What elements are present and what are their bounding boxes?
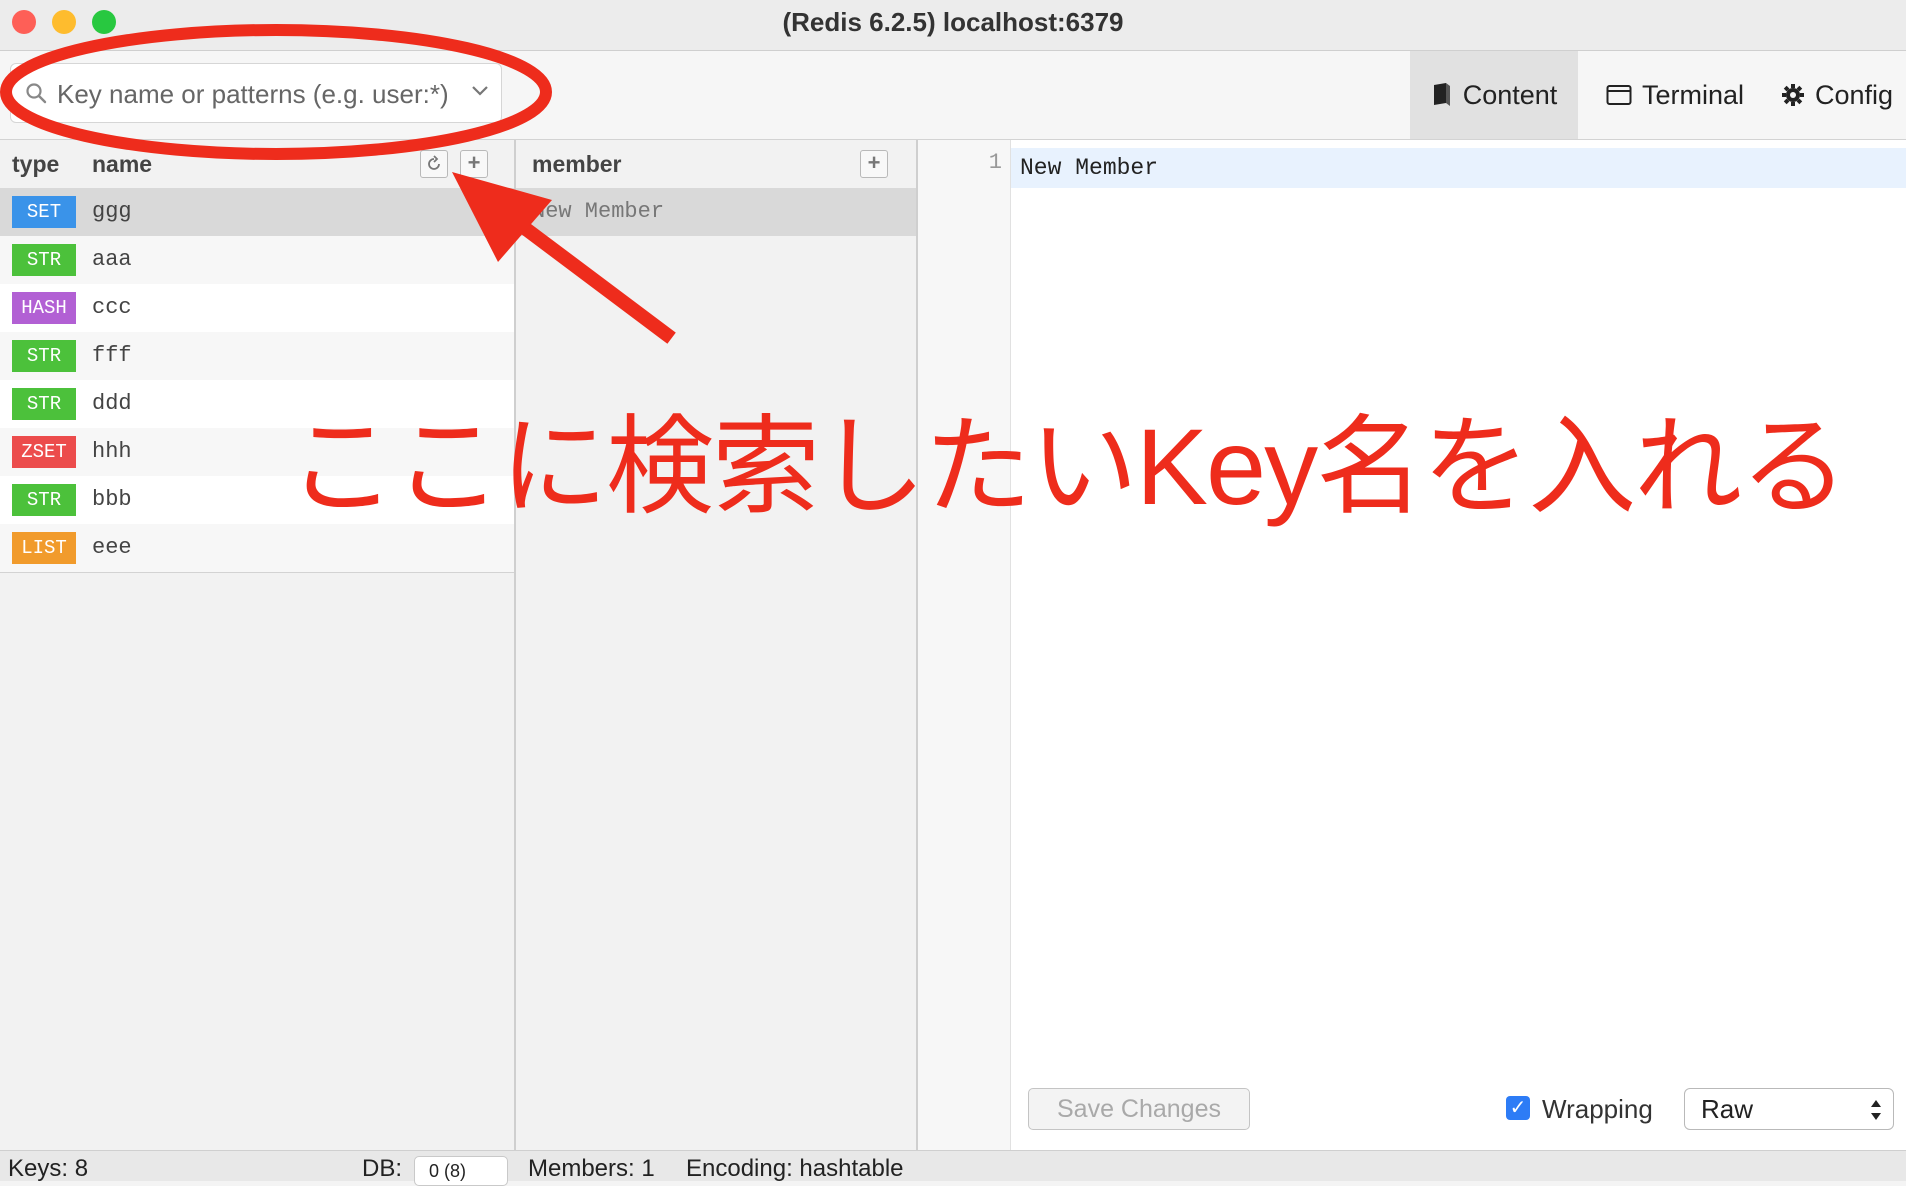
key-row[interactable]: HASH ccc: [0, 284, 514, 332]
tab-config[interactable]: Config: [1772, 51, 1902, 139]
plus-icon: +: [467, 150, 481, 175]
key-search-box[interactable]: [10, 63, 502, 123]
editor-panel: [918, 140, 1906, 1150]
key-row[interactable]: SET ggg: [0, 188, 514, 236]
key-type-badge: STR: [12, 388, 76, 420]
db-select-value: 0 (8): [429, 1161, 467, 1181]
key-type-badge: LIST: [12, 532, 76, 564]
refresh-icon: [428, 155, 440, 170]
members-count: Members: 1: [528, 1155, 655, 1182]
add-key-button[interactable]: +: [460, 150, 488, 178]
format-select[interactable]: Raw: [1684, 1088, 1894, 1130]
book-icon: [1433, 83, 1450, 106]
chevron-down-icon[interactable]: [471, 84, 489, 98]
key-search-input[interactable]: [55, 72, 449, 116]
gear-icon: [1781, 84, 1804, 106]
key-type-badge: HASH: [12, 292, 76, 324]
status-bar: Keys: 8 DB: Members: 1 Encoding: hashtab…: [0, 1150, 1906, 1181]
tab-terminal[interactable]: Terminal: [1590, 51, 1760, 139]
plus-icon: +: [867, 150, 881, 175]
key-name: bbb: [92, 487, 132, 512]
db-label: DB:: [362, 1155, 403, 1182]
annotation-text: ここに検索したいKey名を入れる: [288, 406, 1848, 527]
line-number-gutter: [918, 140, 1011, 1150]
window-title: (Redis 6.2.5) localhost:6379: [782, 7, 1124, 37]
keys-header: type name +: [0, 140, 514, 189]
key-name: eee: [92, 535, 132, 560]
key-name: ddd: [92, 391, 132, 416]
column-type: type: [12, 151, 60, 177]
key-type-badge: STR: [12, 244, 76, 276]
key-row[interactable]: STR aaa: [0, 236, 514, 284]
key-name: fff: [92, 343, 132, 368]
member-row[interactable]: New Member: [516, 188, 916, 236]
keys-list-divider: [0, 572, 514, 573]
encoding-info: Encoding: hashtable: [686, 1155, 904, 1182]
key-name: aaa: [92, 247, 132, 272]
key-type-badge: ZSET: [12, 436, 76, 468]
key-name: ccc: [92, 295, 132, 320]
tab-terminal-label: Terminal: [1641, 80, 1745, 110]
wrapping-checkbox[interactable]: ✓: [1506, 1096, 1530, 1120]
tab-content-label: Content: [1462, 80, 1558, 110]
checkmark-icon: ✓: [1509, 1097, 1527, 1119]
key-row[interactable]: STR fff: [0, 332, 514, 380]
save-changes-button[interactable]: Save Changes: [1028, 1088, 1250, 1130]
value-editor[interactable]: New Member: [1020, 148, 1158, 188]
terminal-icon: [1606, 85, 1632, 105]
member-value: New Member: [532, 199, 665, 224]
add-member-button[interactable]: +: [860, 150, 888, 178]
key-name: ggg: [92, 199, 132, 224]
members-header: member +: [516, 140, 916, 189]
keys-panel: type name + SET ggg STR aaa HASH ccc STR fff STR…: [0, 140, 516, 1150]
keys-count: Keys: 8: [8, 1155, 89, 1182]
format-select-value: Raw: [1701, 1094, 1754, 1124]
key-name: hhh: [92, 439, 132, 464]
tab-config-label: Config: [1814, 80, 1894, 110]
tab-content[interactable]: Content: [1410, 51, 1578, 139]
column-member: member: [532, 151, 622, 177]
key-type-badge: STR: [12, 340, 76, 372]
refresh-keys-button[interactable]: [420, 150, 448, 178]
key-type-badge: STR: [12, 484, 76, 516]
wrapping-label: Wrapping: [1542, 1094, 1653, 1124]
line-number: 1: [988, 150, 1002, 175]
search-icon: [26, 83, 47, 104]
updown-arrows-icon: [1871, 1100, 1881, 1120]
column-name: name: [92, 151, 153, 177]
members-panel: member + New Member: [516, 140, 918, 1150]
db-select[interactable]: 0 (8): [414, 1156, 508, 1186]
key-type-badge: SET: [12, 196, 76, 228]
